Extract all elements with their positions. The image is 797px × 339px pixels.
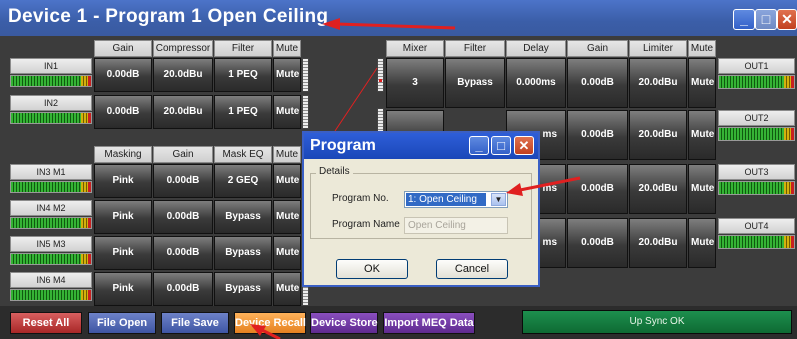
annotation-arrow-program-no [506,176,581,196]
annotation-overlay [250,18,581,339]
annotation-arrow-title [322,18,456,30]
annotation-line [334,67,378,132]
annotation-arrow-device-recall [250,324,281,339]
